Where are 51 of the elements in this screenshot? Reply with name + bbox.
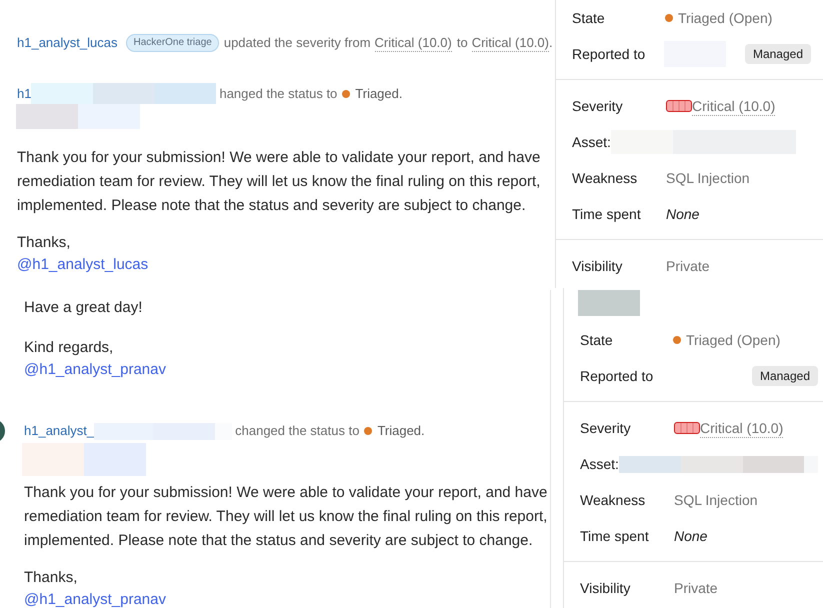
field-value: Private	[666, 256, 710, 276]
severity-meter-icon	[666, 100, 692, 112]
mention-link[interactable]: @h1_analyst_pranav	[24, 359, 166, 381]
field-value: None	[674, 526, 708, 546]
field-label: Visibility	[580, 578, 632, 598]
username-link[interactable]: h1_analyst_lucas	[17, 33, 118, 53]
activity-text: changed the status to	[235, 422, 360, 440]
field-label: Reported to	[580, 366, 654, 386]
field-label: Asset:	[580, 454, 619, 474]
field-value: SQL Injection	[674, 490, 758, 510]
field-label: Severity	[572, 96, 624, 116]
field-label: Time spent	[580, 526, 650, 546]
activity-text: hanged the status to	[219, 84, 338, 103]
mention-link[interactable]: @h1_analyst_pranav	[24, 589, 166, 608]
status-text: Triaged (Open)	[678, 8, 772, 28]
activity-text: updated the severity from	[224, 34, 371, 52]
message-paragraph: Thank you for your submission! We were able to validate your report, and have remediation team for review. They will let us know the final ruling on this report, implemented. Please note that the status and severity are subject to change.	[24, 483, 548, 551]
field-label: Asset:	[572, 132, 611, 152]
field-value: SQL Injection	[666, 168, 750, 188]
field-label: Visibility	[572, 256, 624, 276]
severity-value: Critical (10.0)	[700, 418, 784, 438]
field-value: Private	[674, 578, 718, 598]
activity-text: to	[456, 34, 468, 52]
severity-value: Critical (10.0)	[472, 34, 549, 52]
team-badge: HackerOne triage	[126, 34, 219, 52]
status-text: Triaged.	[355, 84, 402, 103]
severity-value: Critical (10.0)	[692, 96, 776, 116]
signoff-text: Thanks,	[17, 233, 70, 253]
field-label: Weakness	[572, 168, 638, 188]
severity-meter-icon	[674, 422, 700, 434]
status-text: Triaged (Open)	[686, 330, 780, 350]
field-value: None	[666, 204, 700, 224]
program-type-badge: Managed	[752, 366, 818, 386]
program-type-badge: Managed	[744, 44, 811, 64]
activity-text: .	[548, 34, 553, 52]
mention-link[interactable]: @h1_analyst_lucas	[17, 254, 148, 276]
status-text: Triaged.	[377, 422, 425, 440]
signoff-text: Kind regards,	[24, 338, 114, 358]
field-label: Time spent	[572, 204, 642, 224]
username-link[interactable]: h1	[17, 84, 32, 104]
severity-value: Critical (10.0)	[374, 34, 452, 52]
message-paragraph: Thank you for your submission! We were able to validate your report, and have remediation team for review. They will let us know the final ruling on this report, implemented. Please note that the status and severity are subject to change.	[17, 148, 542, 216]
username-link[interactable]: h1_analyst_	[24, 421, 94, 441]
field-label: Severity	[580, 418, 632, 438]
field-label: State	[572, 8, 606, 28]
field-label: Reported to	[572, 44, 646, 64]
signoff-text: Thanks,	[24, 568, 78, 588]
field-label: Weakness	[580, 490, 646, 510]
redacted-block	[578, 290, 640, 316]
field-label: State	[580, 330, 614, 350]
message-paragraph: Have a great day!	[24, 298, 144, 318]
